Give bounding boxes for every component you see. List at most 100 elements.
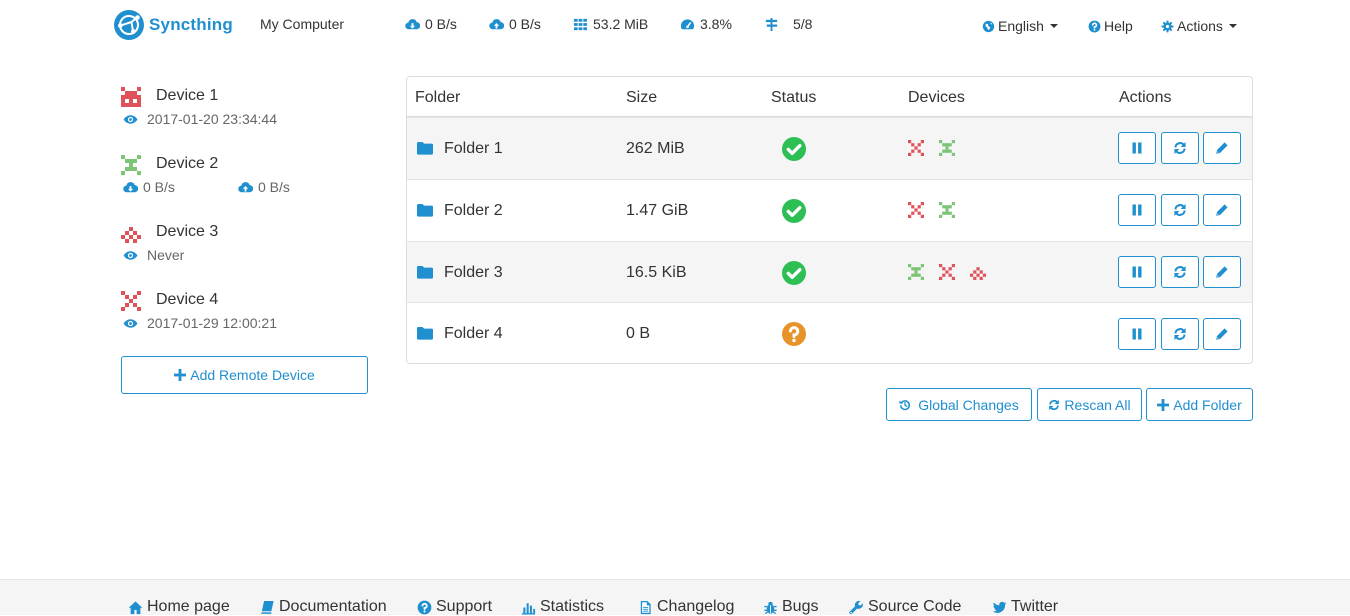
refresh-icon — [1173, 203, 1187, 217]
footer-link-label: Source Code — [868, 598, 962, 615]
rescan-all-button[interactable]: Rescan All — [1037, 388, 1142, 421]
footer-link-label: Changelog — [657, 598, 735, 615]
pause-icon — [1130, 327, 1144, 341]
footer-link-changelog[interactable]: Changelog — [638, 598, 734, 616]
folder-row[interactable]: Folder 3 16.5 KiB — [407, 241, 1252, 302]
book-icon — [260, 600, 275, 615]
device-identicon-icon — [908, 140, 924, 156]
wrench-icon — [849, 600, 864, 615]
folder-name: Folder 3 — [444, 264, 503, 281]
grid-icon — [573, 17, 588, 32]
this-device-name: My Computer — [260, 16, 345, 32]
pause-icon — [1130, 265, 1144, 279]
rescan-button[interactable] — [1161, 132, 1199, 164]
eye-icon — [123, 248, 138, 263]
device-download-rate: 0 B/s — [123, 179, 175, 195]
file-icon — [638, 600, 653, 615]
home-icon — [128, 600, 143, 615]
folder-row[interactable]: Folder 2 1.47 GiB — [407, 179, 1252, 241]
globe-icon — [982, 20, 995, 33]
pause-button[interactable] — [1118, 318, 1156, 350]
device-identicon-icon — [121, 87, 141, 107]
pause-button[interactable] — [1118, 194, 1156, 226]
device-download-value: 0 B/s — [143, 179, 175, 195]
actions-label: Actions — [1177, 18, 1223, 34]
rescan-button[interactable] — [1161, 194, 1199, 226]
footer-link-statistics[interactable]: Statistics — [521, 598, 604, 616]
device-upload-rate: 0 B/s — [238, 179, 290, 195]
folder-name: Folder 1 — [444, 140, 503, 157]
question-circle-icon — [781, 321, 807, 347]
help-link[interactable]: Help — [1088, 18, 1133, 34]
footer: Home page Documentation Support Statisti… — [0, 579, 1350, 615]
footer-link-support[interactable]: Support — [417, 598, 492, 616]
device-identicon-icon — [939, 202, 955, 218]
footer-link-label: Statistics — [540, 598, 605, 615]
folders-table: Folder Size Status Devices Actions Folde… — [406, 76, 1253, 364]
footer-link-home-page[interactable]: Home page — [128, 598, 230, 616]
folder-name: Folder 4 — [444, 325, 503, 342]
refresh-icon — [1173, 327, 1187, 341]
folder-size: 0 B — [626, 325, 651, 342]
pause-button[interactable] — [1118, 256, 1156, 288]
footer-link-label: Bugs — [782, 598, 819, 615]
footer-link-documentation[interactable]: Documentation — [260, 598, 387, 616]
brand[interactable]: Syncthing — [113, 9, 233, 41]
pencil-icon — [1215, 265, 1229, 279]
add-folder-button[interactable]: Add Folder — [1146, 388, 1253, 421]
global-changes-label: Global Changes — [918, 396, 1019, 413]
device-name: Device 4 — [156, 291, 219, 308]
language-dropdown[interactable]: English — [982, 18, 1058, 34]
rescan-button[interactable] — [1161, 256, 1199, 288]
rescan-button[interactable] — [1161, 318, 1199, 350]
column-header-devices: Devices — [908, 89, 965, 106]
folder-icon — [417, 141, 433, 155]
signpost-icon — [764, 17, 779, 32]
global-changes-button[interactable]: Global Changes — [886, 388, 1032, 421]
folder-size: 1.47 GiB — [626, 202, 689, 219]
device-identicon-icon — [908, 264, 924, 280]
folder-icon — [417, 326, 433, 340]
folder-row[interactable]: Folder 4 0 B — [407, 302, 1252, 363]
refresh-icon — [1173, 141, 1187, 155]
help-label: Help — [1104, 18, 1133, 34]
device-name: Device 1 — [156, 87, 219, 104]
actions-dropdown[interactable]: Actions — [1161, 18, 1237, 34]
edit-button[interactable] — [1203, 132, 1241, 164]
folder-name: Folder 2 — [444, 202, 503, 219]
eye-icon — [123, 316, 138, 331]
syncthing-logo-icon — [114, 10, 144, 40]
folders-table-header: Folder Size Status Devices Actions — [407, 77, 1252, 117]
column-header-folder: Folder — [415, 89, 461, 106]
device-upload-value: 0 B/s — [258, 179, 290, 195]
column-header-size: Size — [626, 89, 658, 106]
bar-chart-icon — [521, 600, 536, 615]
folder-icon — [417, 265, 433, 279]
edit-button[interactable] — [1203, 318, 1241, 350]
device-name: Device 2 — [156, 155, 219, 172]
check-circle-icon — [781, 260, 807, 286]
pencil-icon — [1215, 141, 1229, 155]
footer-link-source-code[interactable]: Source Code — [849, 598, 961, 616]
add-remote-device-button[interactable]: Add Remote Device — [121, 356, 368, 394]
download-rate: 0 B/s — [405, 16, 457, 32]
pause-button[interactable] — [1118, 132, 1156, 164]
last-seen: 2017-01-20 23:34:44 — [123, 111, 277, 127]
pause-icon — [1130, 203, 1144, 217]
device-identicon-icon — [121, 155, 141, 175]
check-circle-icon — [781, 198, 807, 224]
device-identicon-icon — [908, 202, 924, 218]
edit-button[interactable] — [1203, 194, 1241, 226]
pause-icon — [1130, 141, 1144, 155]
footer-link-label: Home page — [147, 598, 230, 615]
column-header-status: Status — [771, 89, 817, 106]
footer-link-twitter[interactable]: Twitter — [992, 598, 1058, 616]
folder-row[interactable]: Folder 1 262 MiB — [407, 117, 1252, 179]
folder-icon — [417, 203, 433, 217]
last-seen: Never — [123, 247, 184, 263]
download-rate-value: 0 B/s — [425, 16, 457, 32]
folder-size: 262 MiB — [626, 140, 685, 157]
footer-link-bugs[interactable]: Bugs — [763, 598, 818, 616]
eye-icon — [123, 112, 138, 127]
edit-button[interactable] — [1203, 256, 1241, 288]
